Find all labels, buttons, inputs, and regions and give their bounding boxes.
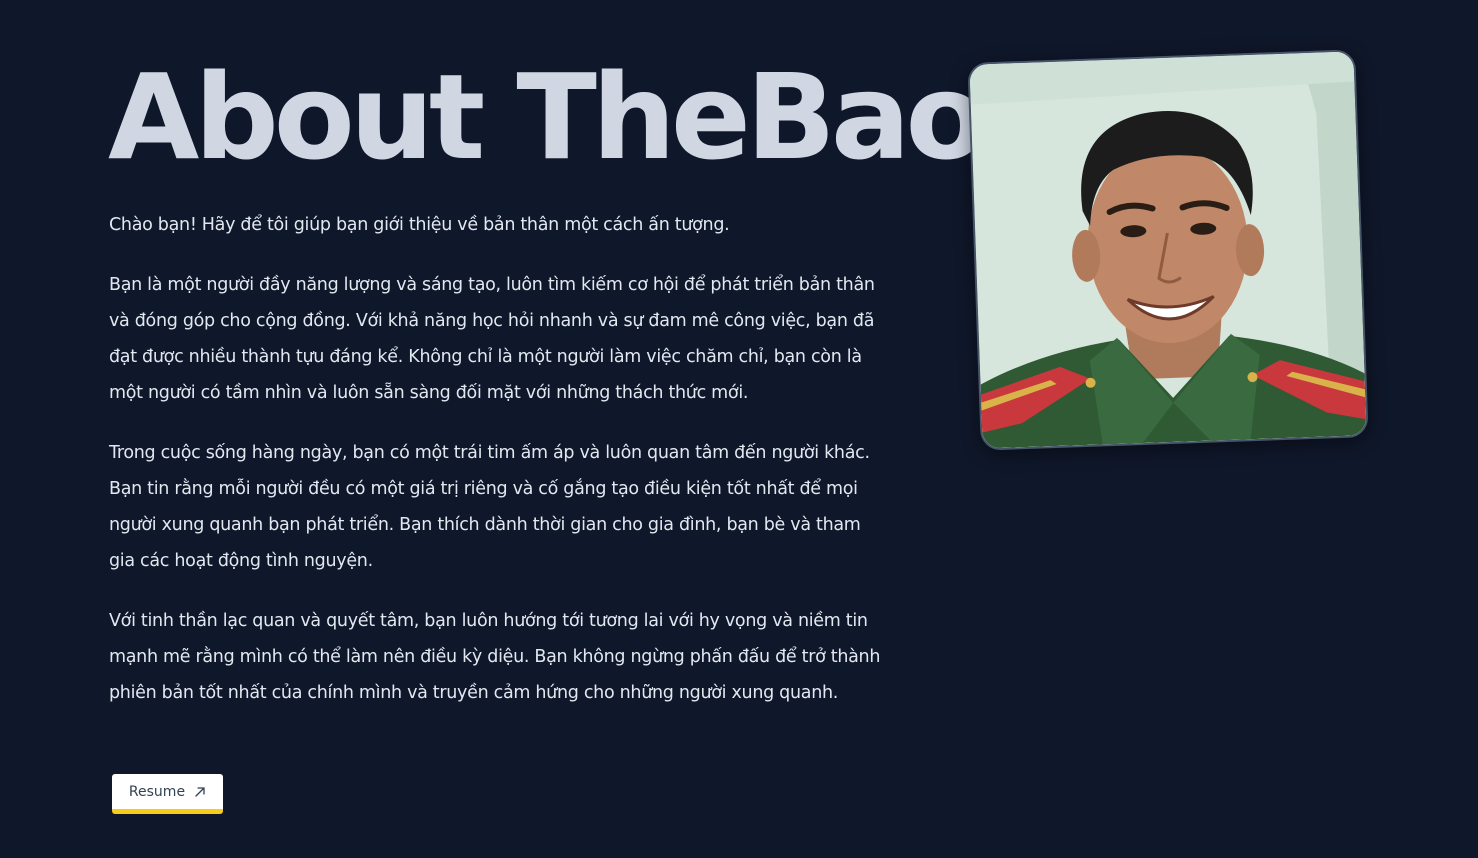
page-title: About TheBao xyxy=(108,48,987,186)
about-text: Chào bạn! Hãy để tôi giúp bạn giới thiệu… xyxy=(109,207,884,735)
resume-button[interactable]: Resume xyxy=(112,774,223,814)
about-paragraph: Với tinh thần lạc quan và quyết tâm, bạn… xyxy=(109,611,881,703)
about-paragraph: Trong cuộc sống hàng ngày, bạn có một tr… xyxy=(109,443,870,571)
intro-paragraph: Chào bạn! Hãy để tôi giúp bạn giới thiệu… xyxy=(109,215,730,235)
about-paragraph: Bạn là một người đầy năng lượng và sáng … xyxy=(109,275,875,403)
arrow-up-right-icon xyxy=(194,786,206,798)
resume-button-label: Resume xyxy=(128,783,186,800)
profile-photo xyxy=(967,49,1369,451)
